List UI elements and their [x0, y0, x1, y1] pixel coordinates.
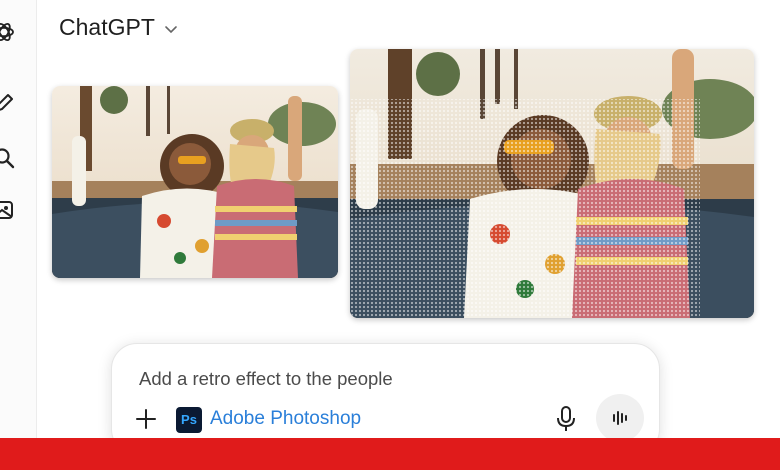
microphone-icon[interactable] — [554, 405, 578, 433]
original-photo-image — [52, 86, 338, 278]
chevron-down-icon — [165, 26, 177, 34]
prompt-input[interactable]: Add a retro effect to the people — [139, 368, 393, 390]
footer-bar — [0, 438, 780, 470]
original-photo[interactable] — [52, 86, 338, 278]
new-chat-icon[interactable] — [0, 91, 16, 115]
model-name: ChatGPT — [59, 14, 155, 40]
model-selector[interactable]: ChatGPT — [59, 14, 179, 41]
search-icon[interactable] — [0, 146, 16, 170]
edited-photo-image — [350, 49, 754, 318]
openai-logo-icon[interactable] — [0, 20, 16, 44]
photoshop-tool-chip[interactable]: Adobe Photoshop — [210, 408, 361, 430]
voice-waveform-icon — [613, 411, 627, 425]
library-icon[interactable] — [0, 198, 16, 222]
sidebar — [0, 0, 37, 438]
photoshop-logo-icon: Ps — [176, 407, 202, 433]
edited-photo[interactable] — [350, 49, 754, 318]
voice-mode-button[interactable] — [596, 394, 644, 442]
plus-icon[interactable] — [134, 407, 158, 431]
